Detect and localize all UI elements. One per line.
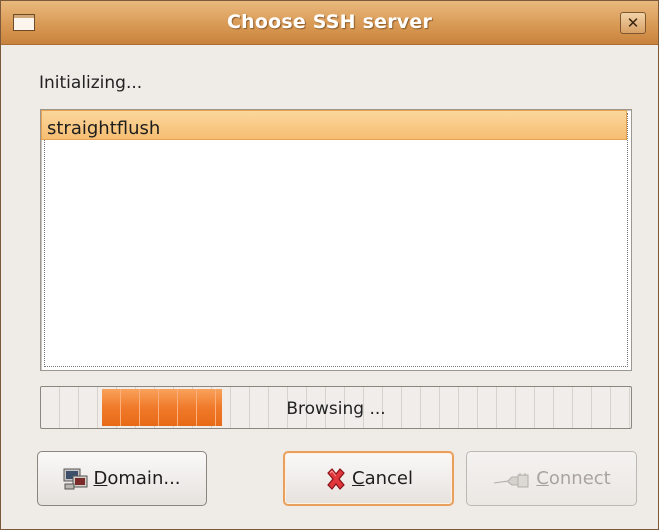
network-domain-icon: [63, 467, 89, 491]
progress-label: Browsing ...: [286, 399, 386, 419]
cancel-button[interactable]: Cancel: [283, 451, 454, 506]
ssh-chooser-dialog: Choose SSH server ✕ Initializing... stra…: [0, 0, 659, 530]
server-list[interactable]: straightflush: [40, 109, 632, 371]
server-list-viewport: [44, 113, 628, 367]
connect-button[interactable]: Connect: [466, 451, 637, 506]
title-bar[interactable]: Choose SSH server ✕: [1, 1, 658, 45]
list-item[interactable]: straightflush: [41, 110, 627, 140]
status-label: Initializing...: [39, 73, 143, 93]
connect-plug-icon: [492, 469, 532, 489]
cancel-label: Cancel: [352, 468, 413, 489]
domain-label: Domain...: [93, 468, 181, 489]
domain-button[interactable]: Domain...: [37, 451, 207, 506]
window-title: Choose SSH server: [226, 11, 433, 33]
close-button[interactable]: ✕: [620, 12, 646, 34]
browse-progress-bar: Browsing ...: [40, 386, 632, 429]
cancel-x-icon: [324, 467, 348, 491]
connect-label: Connect: [536, 468, 611, 489]
